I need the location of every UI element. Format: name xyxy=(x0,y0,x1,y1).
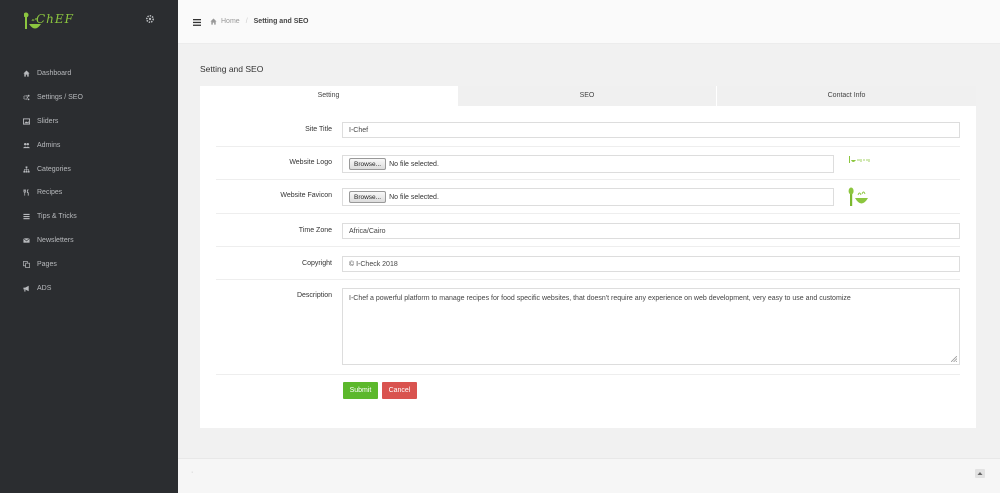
sidebar-item-tips-tricks[interactable]: Tips & Tricks xyxy=(0,205,178,229)
description-row: Description I-Chef a powerful platform t… xyxy=(216,280,960,375)
sidebar-item-recipes[interactable]: Recipes xyxy=(0,181,178,205)
description-label: Description xyxy=(296,292,332,299)
cogs-icon xyxy=(23,94,30,101)
website-logo-browse-button[interactable]: Browse... xyxy=(349,158,387,170)
tab-seo[interactable]: SEO xyxy=(457,86,716,106)
sidebar-item-label: ADS xyxy=(37,284,52,292)
time-zone-input[interactable]: Africa/Cairo xyxy=(342,223,960,239)
sidebar-item-label: Sliders xyxy=(37,117,59,125)
sidebar-item-label: Dashboard xyxy=(37,70,72,78)
scroll-top-button[interactable] xyxy=(975,469,985,478)
gear-icon[interactable] xyxy=(145,14,155,24)
website-logo-row: Website Logo Browse... No file selected. xyxy=(216,147,960,180)
menu-icon[interactable] xyxy=(193,19,201,26)
copyright-row: Copyright © I-Check 2018 xyxy=(216,247,960,280)
copyright-input[interactable]: © I-Check 2018 xyxy=(342,256,960,272)
tab-bar: Setting SEO Contact Info xyxy=(200,86,976,106)
breadcrumb-current: Setting and SEO xyxy=(253,18,309,25)
breadcrumb-home-label: Home xyxy=(221,18,240,25)
sidebar-item-label: Categories xyxy=(37,165,71,173)
sidebar-item-dashboard[interactable]: Dashboard xyxy=(0,62,178,86)
list-icon xyxy=(23,214,30,220)
resize-handle-icon[interactable] xyxy=(951,356,957,362)
page-title: Setting and SEO xyxy=(200,64,264,74)
cancel-button[interactable]: Cancel xyxy=(382,382,417,399)
breadcrumb-home-link[interactable]: Home xyxy=(210,18,240,25)
logo-preview-image xyxy=(849,156,870,163)
breadcrumb-separator: / xyxy=(245,18,248,25)
website-logo-file-input[interactable]: Browse... No file selected. xyxy=(342,155,834,173)
website-favicon-file-input[interactable]: Browse... No file selected. xyxy=(342,188,834,206)
website-logo-label: Website Logo xyxy=(289,159,332,166)
footer-mark: · xyxy=(191,469,194,476)
copy-icon xyxy=(23,260,30,268)
favicon-preview-image xyxy=(848,187,868,206)
sidebar: ChEF Dashboard Settings / SEO Sliders Ad… xyxy=(0,0,178,493)
cutlery-icon xyxy=(23,189,29,196)
website-favicon-file-status: No file selected. xyxy=(389,193,439,201)
copyright-label: Copyright xyxy=(302,260,332,267)
submit-button[interactable]: Submit xyxy=(343,382,378,399)
time-zone-label: Time Zone xyxy=(298,227,332,234)
chevron-up-icon xyxy=(977,472,983,475)
website-favicon-browse-button[interactable]: Browse... xyxy=(349,191,387,203)
sidebar-item-pages[interactable]: Pages xyxy=(0,252,178,276)
sidebar-item-label: Pages xyxy=(37,260,57,268)
sidebar-item-ads[interactable]: ADS xyxy=(0,276,178,300)
bullhorn-icon xyxy=(23,285,29,292)
description-textarea[interactable]: I-Chef a powerful platform to manage rec… xyxy=(342,288,960,365)
logo-text: ChEF xyxy=(36,12,74,26)
home-icon xyxy=(210,18,217,25)
users-icon xyxy=(23,142,30,148)
website-favicon-row: Website Favicon Browse... No file select… xyxy=(216,180,960,214)
sidebar-item-label: Admins xyxy=(37,141,61,149)
site-title-row: Site Title I-Chef xyxy=(216,114,960,147)
top-bar: Home / Setting and SEO xyxy=(178,0,1000,44)
envelope-icon xyxy=(23,238,30,243)
sidebar-item-categories[interactable]: Categories xyxy=(0,157,178,181)
sidebar-item-label: Newsletters xyxy=(37,236,74,244)
settings-card: Setting SEO Contact Info Site Title I-Ch… xyxy=(200,86,976,428)
tab-contact-info[interactable]: Contact Info xyxy=(716,86,976,106)
site-title-label: Site Title xyxy=(305,126,332,133)
website-logo-file-status: No file selected. xyxy=(389,160,439,168)
website-favicon-label: Website Favicon xyxy=(280,192,332,199)
sitemap-icon xyxy=(23,166,30,173)
footer: · xyxy=(178,458,1000,493)
home-icon xyxy=(23,70,30,77)
site-title-input[interactable]: I-Chef xyxy=(342,122,960,138)
breadcrumb: Home / Setting and SEO xyxy=(210,18,308,25)
tab-setting[interactable]: Setting xyxy=(200,86,457,106)
sidebar-nav: Dashboard Settings / SEO Sliders Admins … xyxy=(0,62,178,300)
sidebar-item-settings-seo[interactable]: Settings / SEO xyxy=(0,86,178,110)
sidebar-item-label: Tips & Tricks xyxy=(37,213,77,221)
sidebar-item-label: Recipes xyxy=(37,189,63,197)
time-zone-row: Time Zone Africa/Cairo xyxy=(216,214,960,247)
sidebar-item-sliders[interactable]: Sliders xyxy=(0,110,178,134)
sidebar-item-label: Settings / SEO xyxy=(37,94,83,102)
description-text: I-Chef a powerful platform to manage rec… xyxy=(349,295,851,302)
image-icon xyxy=(23,118,30,125)
sidebar-item-newsletters[interactable]: Newsletters xyxy=(0,229,178,253)
sidebar-item-admins[interactable]: Admins xyxy=(0,133,178,157)
